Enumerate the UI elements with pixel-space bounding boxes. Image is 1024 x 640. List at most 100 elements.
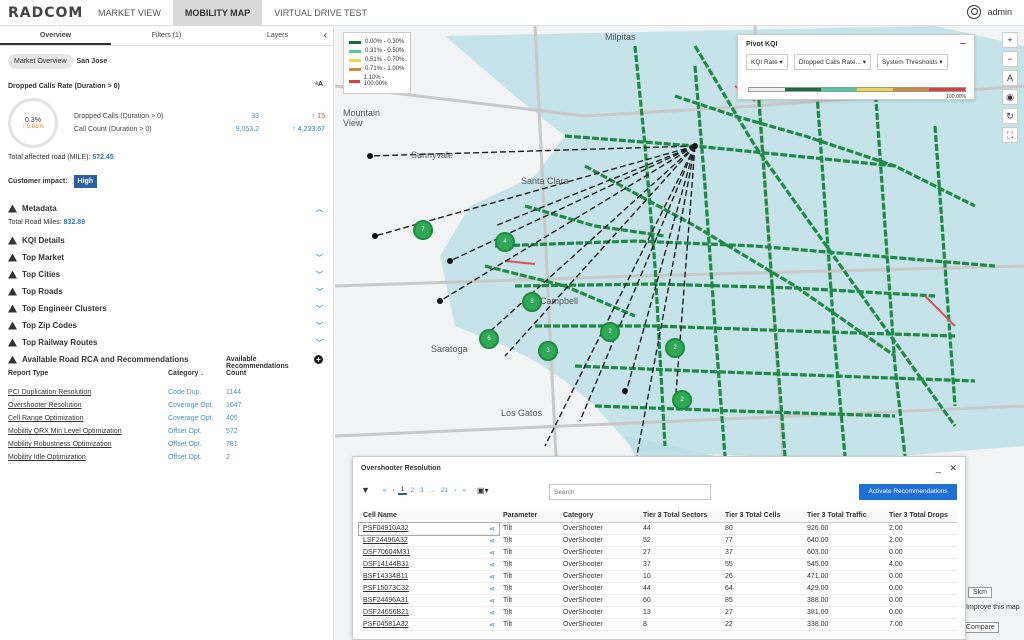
share-icon[interactable]: ⋖ <box>489 573 495 581</box>
cell-name-text[interactable]: DSF70604M31 <box>363 549 410 556</box>
cell-name-link[interactable]: LSF24496A32 ⋖ <box>359 534 499 547</box>
table-row[interactable]: BSF14334B11 ⋖ Tilt OverShooter 10 26 471.00 0.0… <box>359 570 957 583</box>
share-icon[interactable]: ⋖ <box>489 585 495 593</box>
table-row[interactable]: PSF04581A32 ⋖ Tilt OverShooter 8 22 338.00 7.00 <box>359 618 957 631</box>
tab-mobility-map[interactable]: MOBILITY MAP <box>172 0 263 26</box>
cell-name-link[interactable]: DSF14144B31 ⋖ <box>359 558 499 571</box>
kqi-metric-select[interactable]: Dropped Calls Rate... ▾ <box>793 54 872 70</box>
chevron-down-icon[interactable]: ﹀ <box>316 338 323 348</box>
chip-city[interactable]: San Jose <box>77 58 108 65</box>
search-input[interactable] <box>549 484 711 500</box>
tab-virtual-drive-test[interactable]: VIRTUAL DRIVE TEST <box>262 0 379 26</box>
table-row[interactable]: LSF24496A32 ⋖ Tilt OverShooter 52 77 640.00 2.0… <box>359 534 957 547</box>
cell-name-text[interactable]: DSF14144B31 <box>363 561 409 568</box>
col-tier3-cells[interactable]: Tier 3 Total Cells <box>721 509 803 523</box>
chevron-down-icon[interactable]: ﹀ <box>316 253 323 263</box>
tab-market-view[interactable]: MARKET VIEW <box>86 0 173 26</box>
section-top-roads[interactable]: Top Roads ﹀ <box>0 283 333 300</box>
eye-icon[interactable]: ◉ <box>1002 89 1018 105</box>
refresh-icon[interactable]: ↻ <box>1002 108 1018 124</box>
minimize-icon[interactable]: _ <box>936 463 941 473</box>
col-report-type[interactable]: Report Type <box>8 370 168 377</box>
col-available-count[interactable]: Available Recommendations Count <box>226 356 306 377</box>
cell-name-link[interactable]: DSF70604M31 ⋖ <box>359 546 499 559</box>
cell-name-text[interactable]: LSF24496A32 <box>363 537 408 544</box>
section-kqi-details[interactable]: KQI Details <box>0 232 333 249</box>
user-menu[interactable]: admin <box>967 5 1012 19</box>
col-tier3-sectors[interactable]: Tier 3 Total Sectors <box>639 509 721 523</box>
table-row[interactable]: DSF24656B21 ⋖ Tilt OverShooter 13 27 381.00 0.0… <box>359 606 957 619</box>
cell-cluster-marker[interactable]: 2 <box>600 322 620 342</box>
activate-recommendations-button[interactable]: Activate Recommendations <box>859 484 957 500</box>
share-icon[interactable]: ⋖ <box>489 525 495 533</box>
fullscreen-icon[interactable]: ⛶ <box>1002 127 1018 143</box>
table-row[interactable]: DSF14144B31 ⋖ Tilt OverShooter 37 55 545.00 4.0… <box>359 558 957 571</box>
chevron-up-icon[interactable]: ︿ <box>316 204 323 214</box>
report-type-link[interactable]: Overshooter Resolution <box>8 402 168 409</box>
section-top-engineer-clusters[interactable]: Top Engineer Clusters ﹀ <box>0 300 333 317</box>
section-metadata[interactable]: Metadata ︿ <box>0 200 333 217</box>
section-top-zip-codes[interactable]: Top Zip Codes ﹀ <box>0 317 333 334</box>
chevron-down-icon[interactable]: ﹀ <box>316 270 323 280</box>
save-icon[interactable]: ▣▾ <box>477 486 489 495</box>
cell-name-text[interactable]: DSF24656B21 <box>363 609 409 616</box>
report-type-link[interactable]: Mobility Robustness Optimization <box>8 441 168 448</box>
share-icon[interactable]: ⋖ <box>489 597 495 605</box>
cell-name-text[interactable]: BSF24496A31 <box>363 597 409 604</box>
share-icon[interactable]: ⋖ <box>489 549 495 557</box>
report-type-link[interactable]: Mobility QRX Min Level Optimization <box>8 428 168 435</box>
report-type-link[interactable]: Cell Range Optimization <box>8 415 168 422</box>
report-type-link[interactable]: PCI Duplication Resolution <box>8 389 168 396</box>
chevron-down-icon[interactable]: ﹀ <box>316 304 323 314</box>
cell-cluster-marker[interactable]: 3 <box>538 341 558 361</box>
table-row[interactable]: PSF15073C32 ⋖ Tilt OverShooter 44 64 429.00 0.0… <box>359 582 957 595</box>
col-category[interactable]: Category <box>559 509 639 523</box>
share-icon[interactable]: ⋖ <box>489 621 495 629</box>
col-category[interactable]: Category ↓ <box>168 370 226 377</box>
section-top-railway-routes[interactable]: Top Railway Routes ﹀ <box>0 334 333 351</box>
section-top-cities[interactable]: Top Cities ﹀ <box>0 266 333 283</box>
chevron-down-icon[interactable]: ﹀ <box>316 287 323 297</box>
cell-name-text[interactable]: PSF04910A32 <box>363 525 409 532</box>
zoom-out-icon[interactable]: − <box>1002 51 1018 67</box>
translate-icon[interactable]: ᵃA <box>315 81 323 88</box>
cell-name-link[interactable]: PSF04581A32 ⋖ <box>359 618 499 631</box>
page-1[interactable]: 1 <box>397 486 408 495</box>
translate-icon[interactable]: A <box>1002 70 1018 86</box>
minimize-icon[interactable]: − <box>960 38 966 50</box>
page-3[interactable]: 3 <box>417 487 427 494</box>
page-2[interactable]: 2 <box>407 487 417 494</box>
cell-name-text[interactable]: PSF04581A32 <box>363 621 409 628</box>
cell-name-text[interactable]: BSF14334B11 <box>363 573 408 580</box>
table-row[interactable]: BSF24496A31 ⋖ Tilt OverShooter 60 85 388.00 0.0… <box>359 594 957 607</box>
compare-button[interactable]: Compare <box>962 622 999 633</box>
cell-name-link[interactable]: BSF14334B11 ⋖ <box>359 570 499 583</box>
filter-icon[interactable]: ▼ <box>361 485 370 495</box>
col-parameter[interactable]: Parameter <box>499 509 559 523</box>
share-icon[interactable]: ⋖ <box>489 537 495 545</box>
page-prev[interactable]: ‹ <box>390 487 398 494</box>
subtab-layers[interactable]: Layers <box>222 26 333 45</box>
cell-name-link[interactable]: BSF24496A31 ⋖ <box>359 594 499 607</box>
cell-cluster-marker[interactable]: 6 <box>479 329 499 349</box>
threshold-slider[interactable] <box>748 87 966 92</box>
cell-cluster-marker[interactable]: 2 <box>665 338 685 358</box>
cell-cluster-marker[interactable]: 4 <box>495 232 515 252</box>
threshold-select[interactable]: System Thresholds ▾ <box>877 54 948 70</box>
cell-cluster-marker[interactable]: 2 <box>672 390 692 410</box>
close-icon[interactable]: ✕ <box>949 463 957 473</box>
subtab-filters[interactable]: Filters (1) <box>111 26 222 45</box>
share-icon[interactable]: ⋖ <box>489 561 495 569</box>
cell-name-link[interactable]: DSF24656B21 ⋖ <box>359 606 499 619</box>
improve-map-link[interactable]: Improve this map <box>966 604 1020 611</box>
subtab-overview[interactable]: Overview <box>0 26 111 45</box>
section-top-market[interactable]: Top Market ﹀ <box>0 249 333 266</box>
cell-cluster-marker[interactable]: 8 <box>522 292 542 312</box>
col-tier3-drops[interactable]: Tier 3 Total Drops <box>885 509 957 523</box>
col-cell-name[interactable]: Cell Name <box>359 509 499 523</box>
cell-cluster-marker[interactable]: 7 <box>413 220 433 240</box>
col-tier3-traffic[interactable]: Tier 3 Total Traffic <box>803 509 885 523</box>
chip-market-overview[interactable]: Market Overview <box>8 54 73 69</box>
zoom-in-icon[interactable]: + <box>1002 32 1018 48</box>
share-icon[interactable]: ⋖ <box>489 609 495 617</box>
